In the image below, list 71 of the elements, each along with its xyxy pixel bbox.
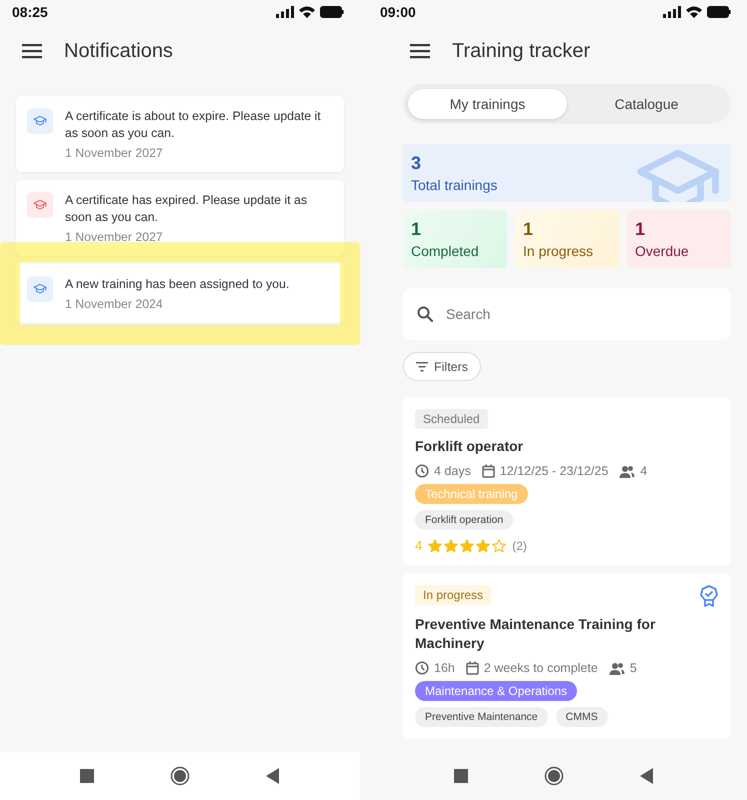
skill-tag: CMMS xyxy=(556,707,608,727)
category-tag: Maintenance & Operations xyxy=(415,681,578,701)
participants-count: 5 xyxy=(630,661,637,675)
stat-label: In progress xyxy=(523,243,594,259)
date-text: 2 weeks to complete xyxy=(484,661,598,675)
stat-label: Overdue xyxy=(635,243,690,259)
screen-title: Training tracker xyxy=(452,40,590,62)
search-field[interactable]: Search xyxy=(403,288,731,340)
notification-date: 1 November 2027 xyxy=(65,146,164,160)
skill-tag: Preventive Maintenance xyxy=(415,707,548,727)
participants-count: 4 xyxy=(640,464,648,478)
notification-card[interactable]: A certificate is about to expire. Please update it as soon as you can. 1 November 2027 xyxy=(16,96,344,172)
signal-icon xyxy=(276,6,294,18)
wifi-icon xyxy=(299,6,315,18)
stat-value: 1 xyxy=(635,219,646,240)
training-title: Forklift operator xyxy=(415,437,524,456)
notification-text: A new training has been assigned to you. xyxy=(65,276,290,293)
stat-value: 1 xyxy=(523,219,534,240)
people-icon xyxy=(619,464,636,478)
home-button[interactable] xyxy=(544,766,564,786)
back-button[interactable] xyxy=(266,768,280,784)
duration-text: 16h xyxy=(434,661,455,675)
star-icon xyxy=(460,538,474,552)
rating-value: 4 xyxy=(415,538,422,553)
people-icon xyxy=(608,662,625,674)
recents-button[interactable] xyxy=(454,769,468,783)
menu-icon[interactable] xyxy=(410,43,430,59)
menu-icon[interactable] xyxy=(22,43,42,59)
tab[interactable]: My trainings xyxy=(408,89,567,119)
home-button[interactable] xyxy=(170,766,190,786)
star-outline-icon xyxy=(492,538,506,552)
battery-icon xyxy=(707,6,731,18)
calendar-icon xyxy=(466,661,479,675)
date-text: 12/12/25 - 23/12/25 xyxy=(500,464,608,478)
wifi-icon xyxy=(686,6,702,18)
tab[interactable]: Catalogue xyxy=(567,89,726,119)
duration-text: 4 days xyxy=(434,464,471,478)
star-icon xyxy=(476,538,490,552)
training-title: Preventive Maintenance Training for Machinery xyxy=(415,615,656,653)
notification-date: 1 November 2027 xyxy=(65,230,164,244)
stat-value: 3 xyxy=(411,153,422,174)
cap-icon xyxy=(27,108,53,134)
clock-icon xyxy=(415,661,429,675)
filter-icon xyxy=(416,362,428,372)
training-card[interactable]: Scheduled Forklift operator 4 days 12/12/25 - 23/12/25 4 Technical training Forklift operation 4 (2) xyxy=(403,397,731,565)
notification-text: A certificate is about to expire. Please update it as soon as you can. xyxy=(65,108,322,142)
clock-icon xyxy=(415,464,429,478)
stat-label: Completed xyxy=(411,243,480,259)
calendar-icon xyxy=(482,464,495,478)
notification-date: 1 November 2024 xyxy=(65,297,164,311)
cap-icon xyxy=(27,276,53,302)
screen-title: Notifications xyxy=(64,40,173,62)
star-icon xyxy=(428,538,442,552)
battery-icon xyxy=(320,6,344,18)
skill-tag: Forklift operation xyxy=(415,510,514,530)
stat-label: Total trainings xyxy=(411,177,498,193)
status-tag: In progress xyxy=(415,585,492,605)
filters-button[interactable]: Filters xyxy=(403,352,482,381)
review-count: (2) xyxy=(512,538,527,552)
signal-icon xyxy=(663,6,681,18)
training-card[interactable]: In progress Preventive Maintenance Training for Machinery 16h 2 weeks to complete 5 Maintenance & Operations Preventive Maintenance CMMS xyxy=(403,573,731,739)
star-icon xyxy=(444,538,458,552)
stat-value: 1 xyxy=(411,219,422,240)
search-icon xyxy=(417,306,433,322)
back-button[interactable] xyxy=(640,768,654,784)
status-tag: Scheduled xyxy=(415,409,488,429)
clock-time: 08:25 xyxy=(12,4,48,20)
notification-text: A certificate has expired. Please update it as soon as you can. xyxy=(65,192,308,226)
clock-time: 09:00 xyxy=(380,4,416,20)
category-tag: Technical training xyxy=(415,484,528,504)
cap-icon xyxy=(27,192,53,218)
